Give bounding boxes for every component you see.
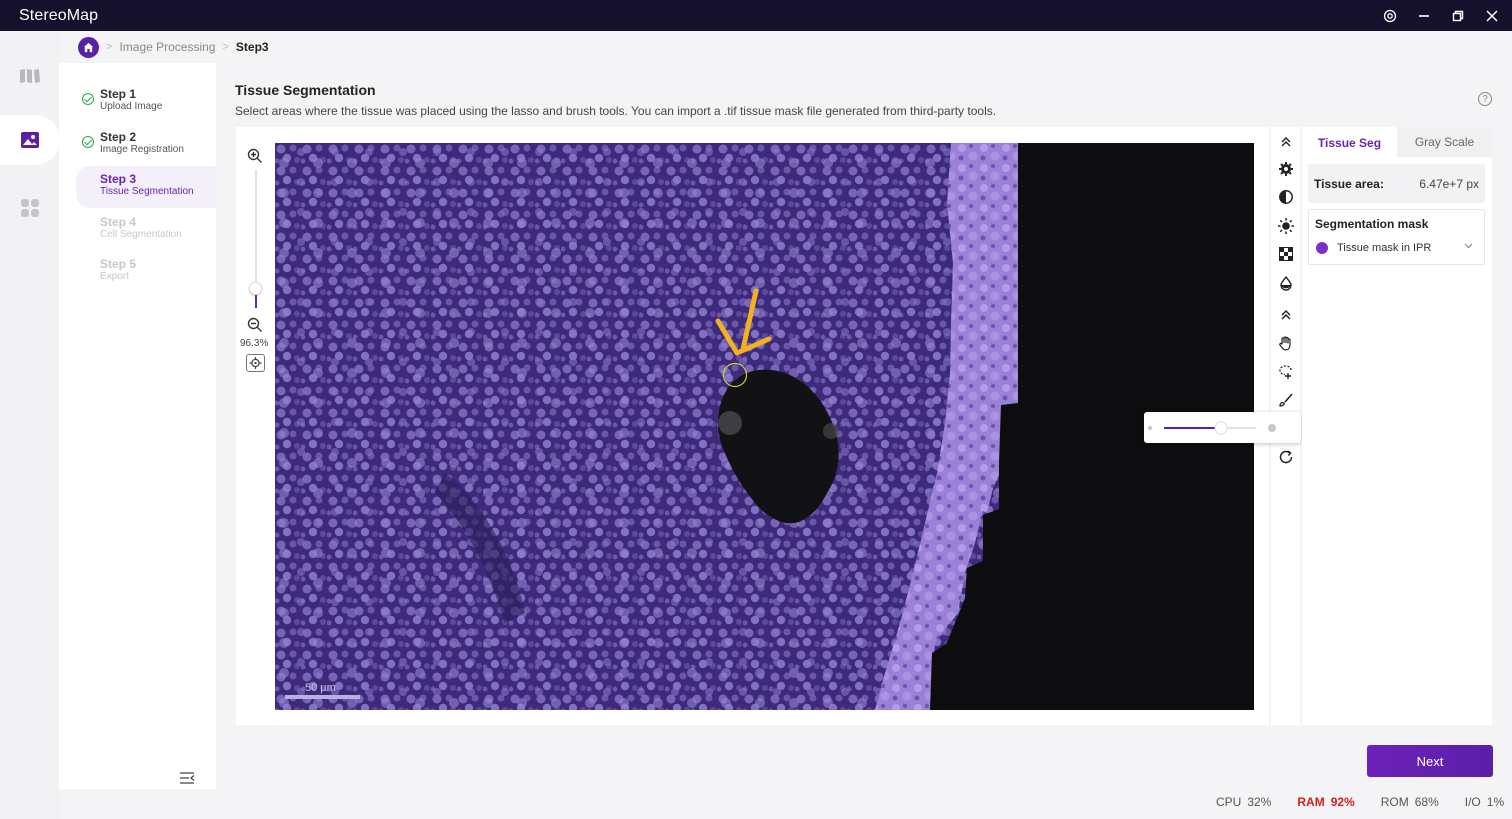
breadcrumb: > Image Processing > Step3 (78, 36, 269, 58)
segmentation-mask-select[interactable]: Tissue mask in IPR (1314, 237, 1478, 259)
breadcrumb-image-processing[interactable]: Image Processing (119, 40, 215, 54)
restore-icon[interactable] (1448, 6, 1468, 26)
io-status: I/O 1% (1465, 795, 1504, 809)
mask-select-value: Tissue mask in IPR (1337, 242, 1432, 254)
cpu-value: 32% (1247, 795, 1272, 809)
fit-to-view-button[interactable] (246, 354, 265, 372)
cpu-label: CPU (1216, 795, 1242, 809)
map-icon (19, 69, 40, 83)
steps-panel: Step 1 Upload Image Step 2 Image Registr… (59, 63, 216, 789)
tissue-image: 50 µm (275, 143, 1254, 710)
step-5: Step 5 Export (76, 251, 216, 293)
page-title: Tissue Segmentation (235, 82, 376, 98)
check-icon (82, 93, 94, 105)
rom-status: ROM 68% (1381, 795, 1439, 809)
step-title: Step 3 (100, 172, 137, 186)
window-controls (1380, 0, 1502, 31)
target-icon (249, 357, 262, 369)
panel-tabs: Tissue Seg Gray Scale (1302, 127, 1492, 157)
scale-bar-label: 50 µm (305, 682, 336, 694)
help-icon[interactable]: ? (1478, 92, 1492, 106)
ram-status: RAM 92% (1297, 795, 1354, 809)
image-icon (21, 132, 39, 148)
step-2[interactable]: Step 2 Image Registration (76, 124, 216, 166)
rail-item-apps[interactable] (0, 183, 59, 233)
lasso-icon[interactable] (1276, 362, 1296, 382)
collapse-adjust-icon[interactable] (1276, 132, 1296, 152)
tab-tissue-seg[interactable]: Tissue Seg (1302, 127, 1397, 157)
page-description: Select areas where the tissue was placed… (235, 104, 997, 118)
home-icon (83, 42, 94, 52)
step-subtitle: Tissue Segmentation (100, 186, 194, 197)
app-title: StereoMap (19, 6, 99, 24)
title-bar: StereoMap (0, 0, 1512, 31)
reset-rotate-icon[interactable] (1276, 447, 1296, 467)
breadcrumb-separator: > (106, 41, 113, 53)
zoom-percentage: 96.3% (240, 338, 269, 349)
step-subtitle: Image Registration (100, 144, 184, 155)
segmentation-mask-title: Segmentation mask (1315, 217, 1429, 231)
tissue-area-label: Tissue area: (1314, 177, 1384, 191)
close-icon[interactable] (1482, 6, 1502, 26)
rom-label: ROM (1380, 795, 1409, 809)
brightness-icon[interactable] (1276, 216, 1296, 236)
zoom-out-icon[interactable] (247, 317, 263, 333)
check-icon (82, 136, 94, 148)
collapse-tools-icon[interactable] (1276, 305, 1296, 325)
next-button[interactable]: Next (1367, 745, 1493, 777)
left-rail (0, 31, 60, 819)
zoom-slider-handle[interactable] (249, 282, 262, 295)
step-subtitle: Export (100, 271, 129, 282)
brush-icon[interactable] (1276, 390, 1296, 410)
tab-gray-scale[interactable]: Gray Scale (1397, 127, 1492, 157)
tissue-image-canvas[interactable]: 50 µm (275, 143, 1254, 710)
chevron-down-icon (1464, 241, 1473, 252)
cpu-status: CPU 32% (1216, 795, 1271, 809)
apps-grid-icon (20, 199, 39, 217)
step-4: Step 4 Cell Segmentation (76, 209, 216, 251)
breadcrumb-separator: > (222, 41, 229, 53)
step-title: Step 1 (100, 87, 137, 101)
pan-hand-icon[interactable] (1276, 333, 1296, 353)
rom-value: 68% (1414, 795, 1439, 809)
opacity-drop-icon[interactable] (1276, 273, 1296, 293)
rail-item-map[interactable] (0, 51, 59, 101)
step-subtitle: Upload Image (100, 101, 163, 112)
status-bar: CPU 32% RAM 92% ROM 68% I/O 1% (1216, 795, 1504, 809)
io-value: 1% (1486, 795, 1505, 809)
minimize-icon[interactable] (1414, 6, 1434, 26)
contrast-icon[interactable] (1276, 187, 1296, 207)
brush-size-slider[interactable] (1144, 412, 1301, 443)
ram-label: RAM (1297, 795, 1325, 809)
settings-gear-icon[interactable] (1276, 159, 1296, 179)
step-title: Step 4 (100, 215, 137, 229)
rail-item-image-processing[interactable] (0, 115, 60, 165)
collapse-sidebar-icon[interactable] (179, 771, 195, 785)
breadcrumb-current: Step3 (235, 40, 269, 54)
step-title: Step 5 (100, 257, 137, 271)
tissue-area-box: Tissue area: 6.47e+7 px (1308, 164, 1485, 203)
settings-icon[interactable] (1380, 6, 1400, 26)
checkerboard-icon[interactable] (1276, 244, 1296, 264)
brush-size-popup (1144, 412, 1301, 443)
segmentation-mask-box: Segmentation mask Tissue mask in IPR (1308, 209, 1485, 265)
tissue-area-value: 6.47e+7 px (1419, 177, 1479, 191)
step-title: Step 2 (100, 130, 137, 144)
io-label: I/O (1464, 795, 1481, 809)
zoom-in-icon[interactable] (247, 148, 263, 164)
step-subtitle: Cell Segmentation (100, 229, 182, 240)
home-button[interactable] (78, 36, 99, 58)
mask-color-swatch (1316, 242, 1328, 254)
step-1[interactable]: Step 1 Upload Image (76, 81, 216, 123)
step-3[interactable]: Step 3 Tissue Segmentation (76, 166, 216, 208)
ram-value: 92% (1330, 795, 1355, 809)
